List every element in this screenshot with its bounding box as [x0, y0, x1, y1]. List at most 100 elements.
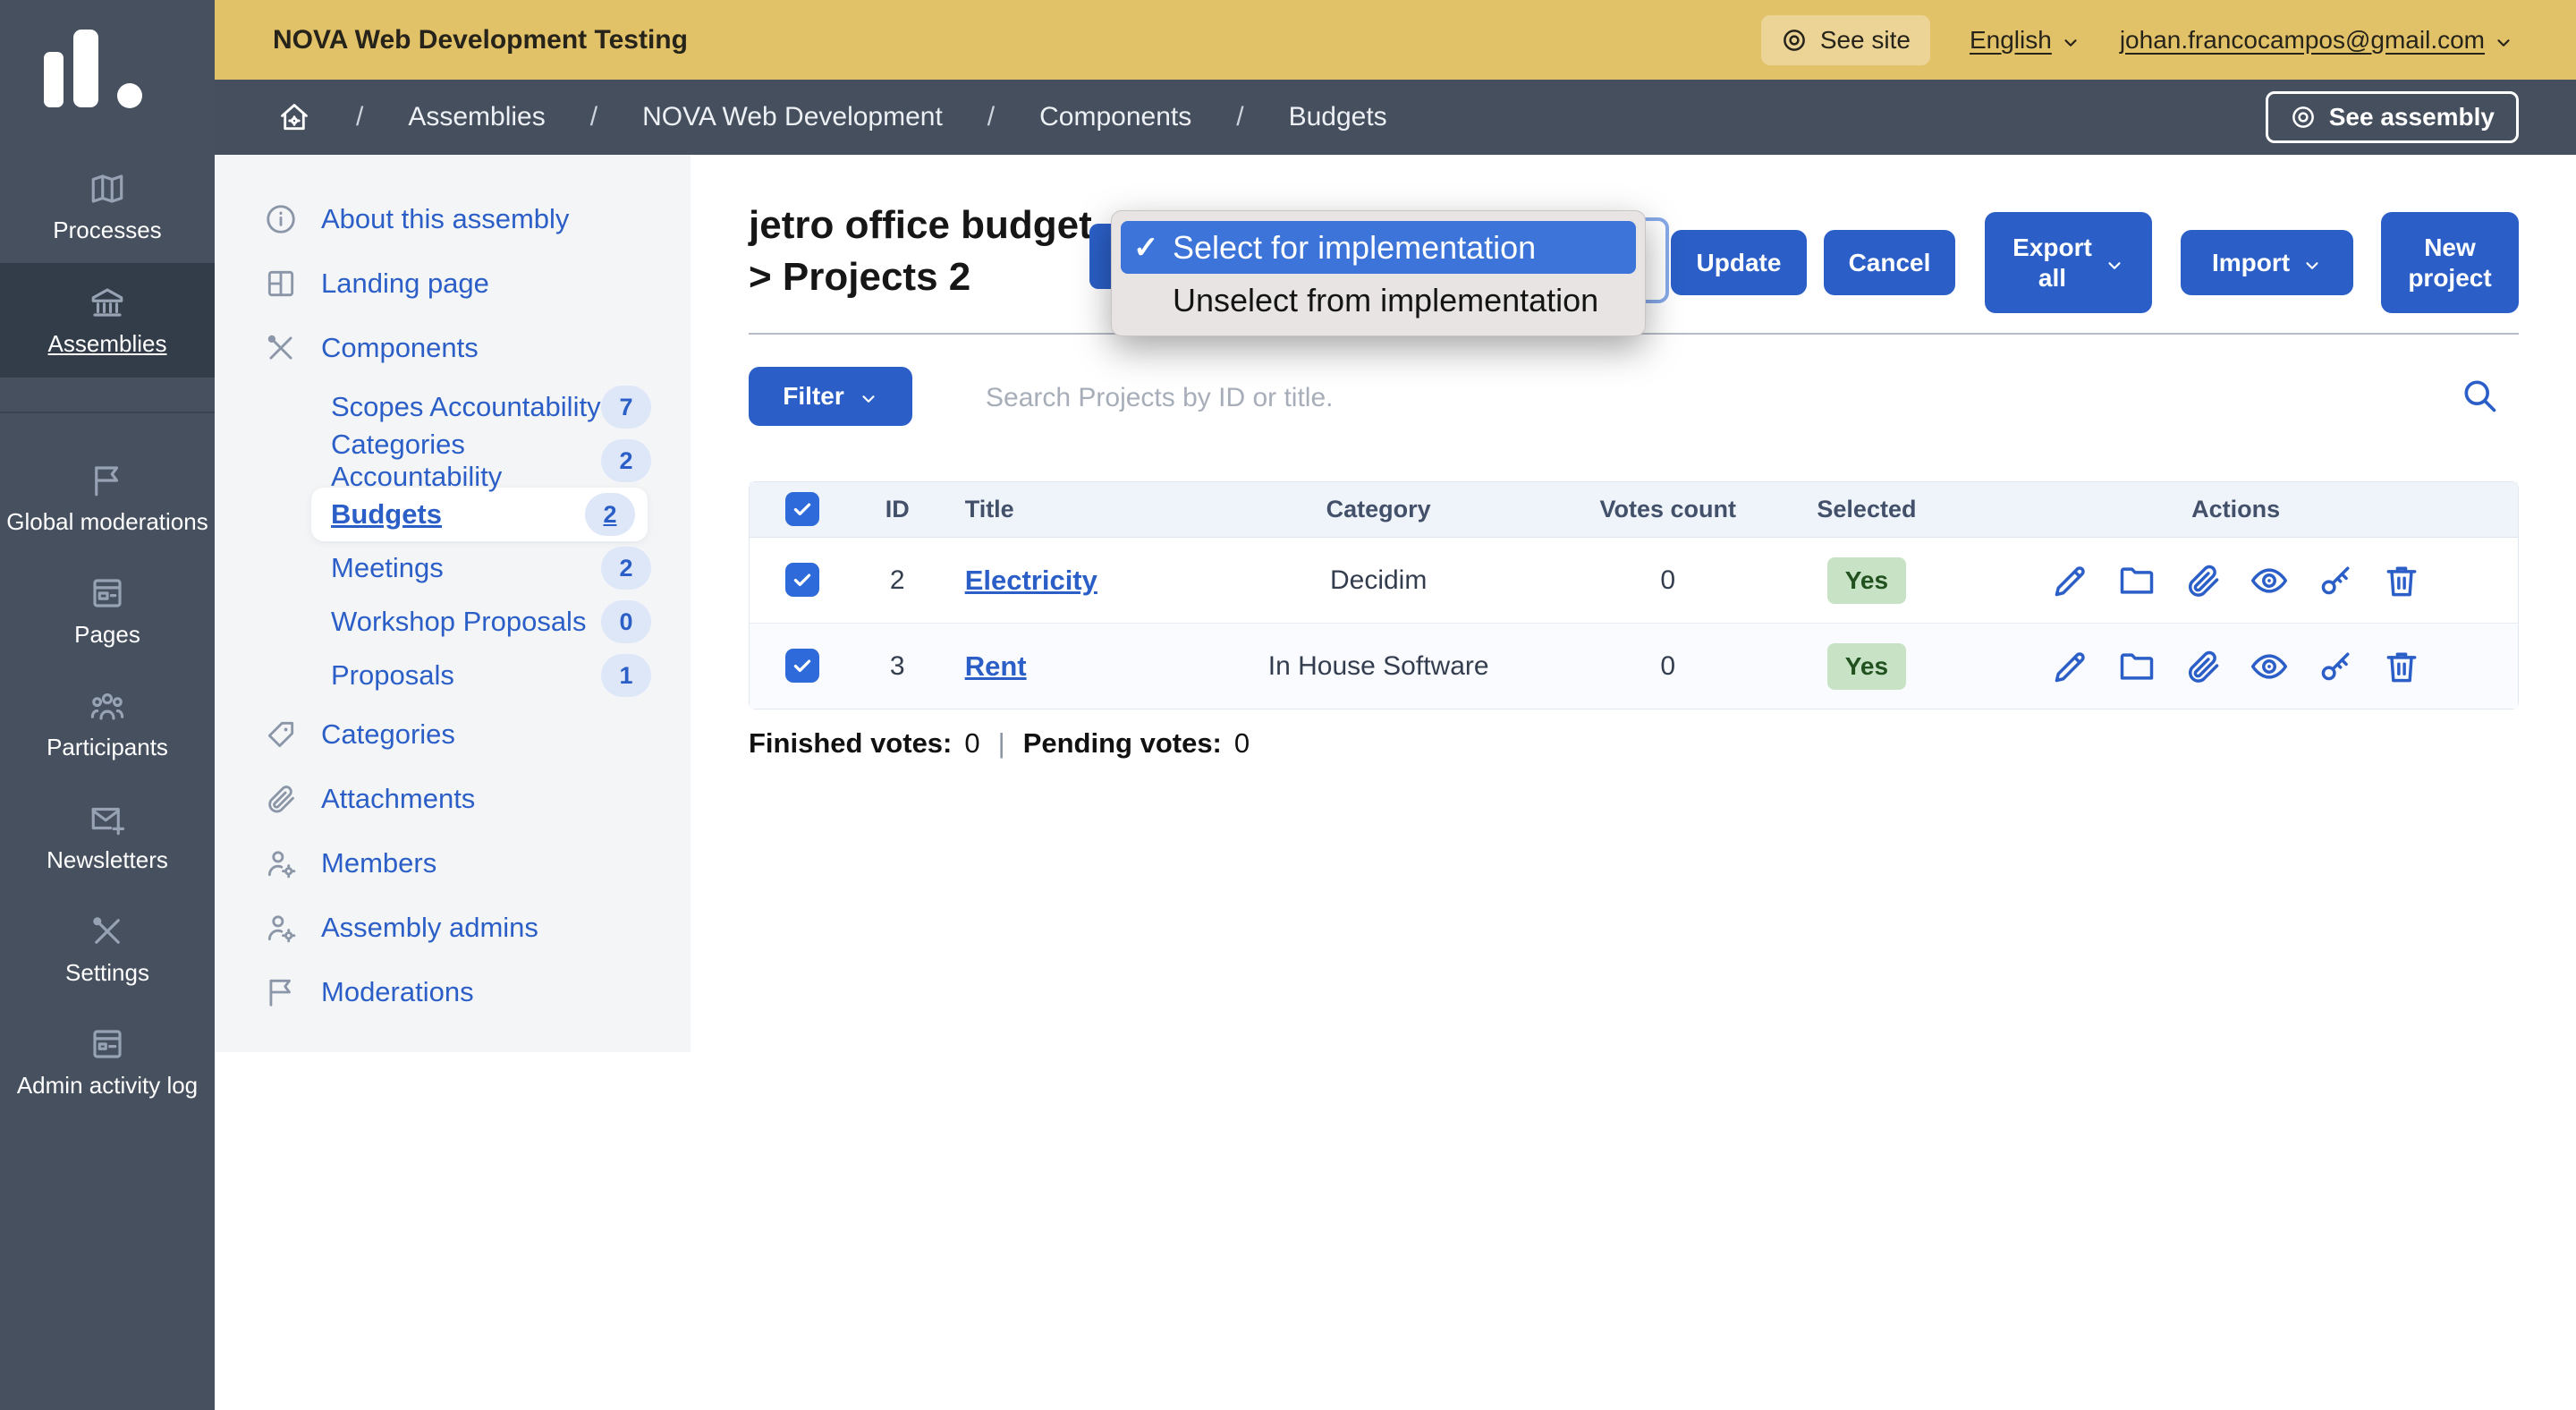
search-icon[interactable] — [2460, 376, 2499, 415]
breadcrumb-assemblies[interactable]: Assemblies — [408, 102, 545, 132]
see-assembly-button[interactable]: See assembly — [2266, 91, 2519, 143]
nav-item-proposals[interactable]: Proposals1 — [215, 649, 691, 702]
column-id: ID — [855, 482, 940, 538]
nav-item-label: Budgets — [331, 498, 442, 531]
mail-add-icon — [89, 800, 126, 837]
flag-icon — [89, 462, 126, 499]
attachment-action-button[interactable] — [2183, 647, 2223, 686]
permissions-action-button[interactable] — [2316, 647, 2355, 686]
filter-button[interactable]: Filter — [749, 367, 912, 426]
row-checkbox[interactable] — [785, 563, 819, 597]
sidebar-item-newsletters[interactable]: Newsletters — [0, 780, 215, 893]
search-input[interactable] — [986, 373, 2381, 423]
nav-item-label: Members — [321, 847, 436, 879]
nav-item-moderations[interactable]: Moderations — [215, 960, 691, 1024]
main-sidebar: ProcessesAssemblies Global moderations Pag… — [0, 0, 215, 1410]
new-project-button[interactable]: New project — [2381, 212, 2519, 313]
option-select-for-implementation[interactable]: ✓ Select for implementation — [1121, 221, 1636, 274]
breadcrumb-assembly[interactable]: NOVA Web Development — [642, 102, 943, 132]
nav-item-workshop-proposals[interactable]: Workshop Proposals0 — [215, 595, 691, 649]
update-button[interactable]: Update — [1671, 230, 1807, 295]
nav-item-members[interactable]: Members — [215, 831, 691, 896]
folder-action-button[interactable] — [2117, 647, 2157, 686]
decidim-admin-app: ProcessesAssembliesGlobal moderationsPag… — [0, 0, 2576, 1410]
edit-action-button[interactable] — [2051, 647, 2090, 686]
permissions-action-button[interactable] — [2316, 561, 2355, 600]
option-label: Unselect from implementation — [1173, 282, 1598, 319]
project-title-link[interactable]: Rent — [965, 650, 1027, 682]
sidebar-item-pages[interactable]: Pages — [0, 555, 215, 667]
log-icon — [89, 1025, 126, 1063]
project-title-link[interactable]: Electricity — [965, 565, 1097, 596]
nav-item-categories-accountability[interactable]: Categories Accountability2 — [215, 434, 691, 488]
cancel-button[interactable]: Cancel — [1824, 230, 1955, 295]
chevron-down-icon — [2302, 253, 2322, 273]
folder-action-button[interactable] — [2117, 561, 2157, 600]
selected-badge: Yes — [1827, 643, 1906, 690]
option-unselect-from-implementation[interactable]: ✓ Unselect from implementation — [1121, 274, 1636, 327]
breadcrumb-separator: / — [1236, 102, 1243, 132]
preview-action-button[interactable] — [2250, 561, 2289, 600]
nav-item-budgets[interactable]: Budgets2 — [311, 488, 648, 541]
sidebar-item-participants[interactable]: Participants — [0, 667, 215, 780]
cell-category: In House Software — [1200, 624, 1555, 709]
nav-item-label: Workshop Proposals — [331, 606, 586, 638]
edit-action-button[interactable] — [2051, 561, 2090, 600]
see-site-button[interactable]: See site — [1761, 15, 1930, 65]
language-menu[interactable]: English — [1970, 26, 2080, 55]
nav-item-attachments[interactable]: Attachments — [215, 767, 691, 831]
user-gear-icon — [264, 911, 298, 945]
nav-item-assembly-admins[interactable]: Assembly admins — [215, 896, 691, 960]
user-menu[interactable]: johan.francocampos@gmail.com — [2120, 26, 2513, 55]
pending-votes-value: 0 — [1234, 727, 1250, 760]
nav-item-categories[interactable]: Categories — [215, 702, 691, 767]
breadcrumb-components[interactable]: Components — [1039, 102, 1191, 132]
sidebar-item-assemblies[interactable]: Assemblies — [0, 263, 215, 378]
row-actions — [1953, 624, 2518, 709]
export-all-button[interactable]: Export all — [1985, 212, 2152, 313]
home-icon[interactable] — [277, 100, 311, 134]
select-all-checkbox[interactable] — [785, 492, 819, 526]
page-title-line1: jetro office budget — [749, 200, 1092, 251]
attachment-action-button[interactable] — [2183, 561, 2223, 600]
sidebar-item-label: Participants — [41, 734, 174, 760]
group-icon — [89, 687, 126, 725]
breadcrumb-budgets[interactable]: Budgets — [1289, 102, 1387, 132]
sidebar-item-label: Pages — [69, 621, 146, 648]
main-content: jetro office budget > Projects 2 ✓ Selec… — [691, 155, 2576, 1410]
nav-item-label: Proposals — [331, 659, 454, 692]
chevron-down-icon — [2105, 253, 2124, 273]
nav-item-meetings[interactable]: Meetings2 — [215, 541, 691, 595]
info-icon — [264, 202, 298, 236]
nav-item-scopes-accountability[interactable]: Scopes Accountability7 — [215, 380, 691, 434]
decidim-logo[interactable] — [44, 30, 151, 110]
language-label: English — [1970, 26, 2052, 55]
see-assembly-label: See assembly — [2329, 103, 2495, 132]
nav-item-about-this-assembly[interactable]: About this assembly — [215, 187, 691, 251]
breadcrumb-bar: / Assemblies / NOVA Web Development / Co… — [215, 80, 2576, 155]
nav-item-label: Components — [321, 332, 479, 364]
import-button[interactable]: Import — [2181, 230, 2353, 295]
nav-item-label: Attachments — [321, 783, 475, 815]
nav-item-label: Categories — [321, 718, 455, 751]
column-category: Category — [1200, 482, 1555, 538]
sidebar-item-admin-activity-log[interactable]: Admin activity log — [0, 1006, 215, 1118]
sidebar-item-label: Newsletters — [41, 846, 174, 873]
delete-action-button[interactable] — [2382, 647, 2421, 686]
cancel-label: Cancel — [1849, 249, 1931, 277]
nav-item-components[interactable]: Components — [215, 316, 691, 380]
sidebar-item-settings[interactable]: Settings — [0, 893, 215, 1006]
nav-item-landing-page[interactable]: Landing page — [215, 251, 691, 316]
sidebar-item-processes[interactable]: Processes — [0, 150, 215, 263]
table-row: 2ElectricityDecidim0Yes — [750, 538, 2518, 624]
layout-icon — [264, 267, 298, 301]
tools-icon — [264, 331, 298, 365]
sidebar-item-global-moderations[interactable]: Global moderations — [0, 442, 215, 555]
row-checkbox[interactable] — [785, 649, 819, 683]
pending-votes-label: Pending votes: — [1023, 727, 1222, 760]
finished-votes-label: Finished votes: — [749, 727, 952, 760]
import-label: Import — [2212, 249, 2290, 277]
count-badge: 2 — [601, 547, 651, 590]
delete-action-button[interactable] — [2382, 561, 2421, 600]
preview-action-button[interactable] — [2250, 647, 2289, 686]
